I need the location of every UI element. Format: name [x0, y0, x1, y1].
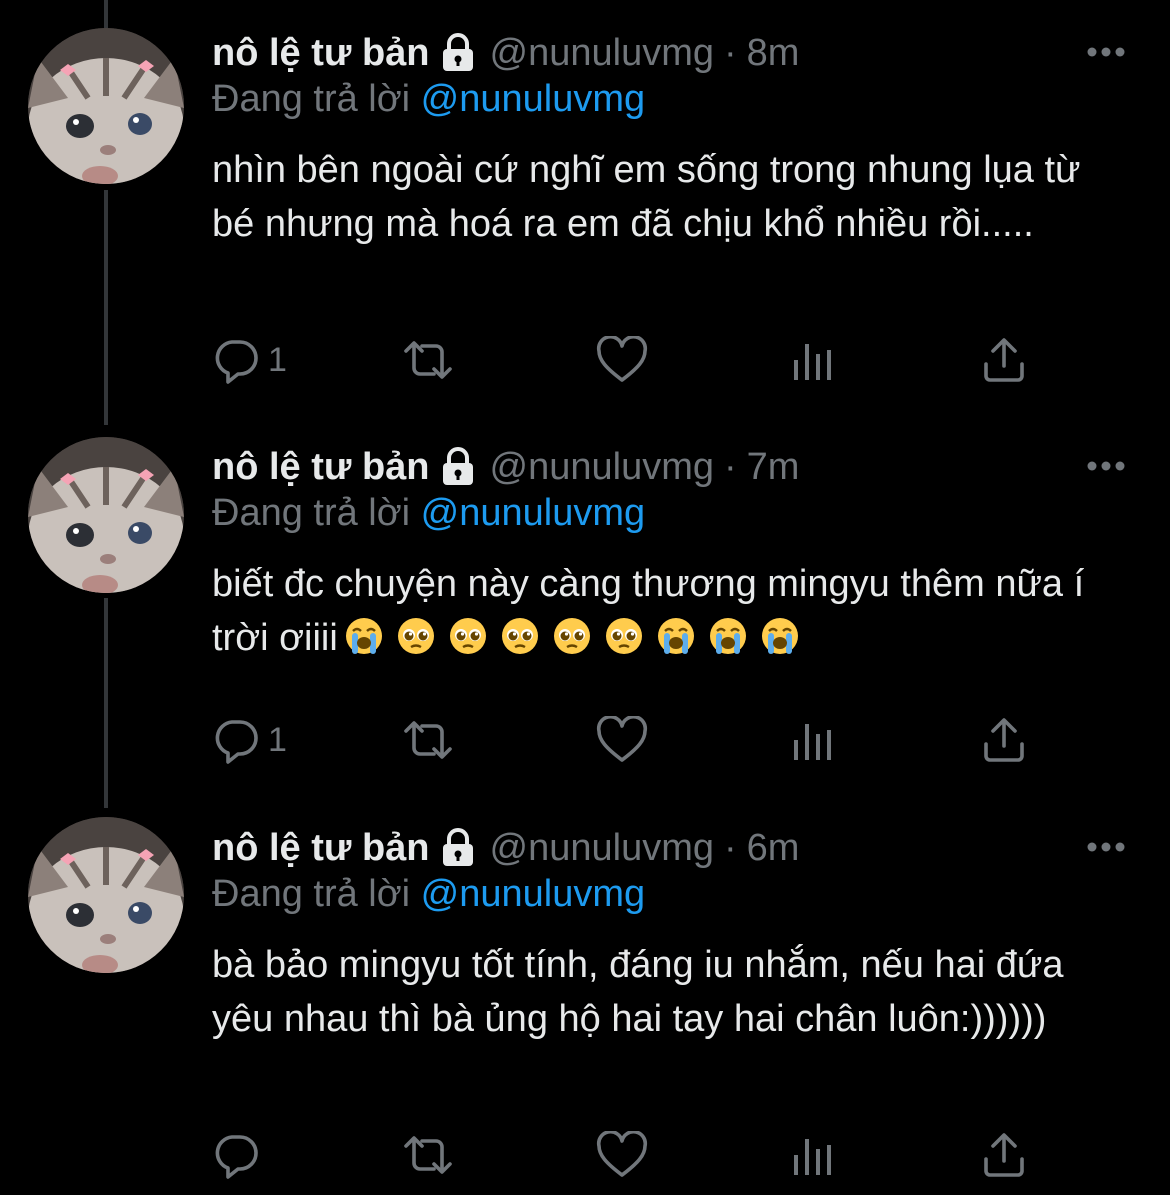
- analytics-button[interactable]: [792, 335, 836, 385]
- lock-icon: [440, 33, 476, 73]
- share-button[interactable]: [980, 715, 1028, 765]
- handle[interactable]: @nunuluvmg: [490, 446, 714, 489]
- separator: ·: [724, 826, 737, 869]
- separator: ·: [724, 31, 737, 74]
- display-name[interactable]: nô lệ tư bản: [212, 827, 430, 870]
- analytics-icon: [792, 718, 836, 762]
- replying-to: Đang trả lời @nunuluvmg: [212, 873, 645, 916]
- retweet-button[interactable]: [400, 335, 456, 385]
- avatar[interactable]: [28, 437, 184, 593]
- more-icon[interactable]: [1086, 841, 1126, 853]
- handle[interactable]: @nunuluvmg: [490, 32, 714, 75]
- tweet-actions: 1: [212, 715, 1032, 765]
- retweet-button[interactable]: [400, 715, 456, 765]
- tweet-text: biết đc chuyện này càng thương mingyu th…: [212, 557, 1132, 665]
- retweet-button[interactable]: [400, 1130, 456, 1180]
- tweet-text: nhìn bên ngoài cứ nghĩ em sống trong nhu…: [212, 149, 1081, 245]
- replying-prefix: Đang trả lời: [212, 873, 411, 915]
- loudly-crying-face-emoji-icon: [656, 616, 696, 656]
- tweet[interactable]: nô lệ tư bản @nunuluvmg · 6m Đang trả lờ…: [0, 795, 1170, 1195]
- share-icon: [980, 336, 1028, 384]
- timestamp[interactable]: 6m: [747, 827, 800, 870]
- tweet-header: nô lệ tư bản @nunuluvmg · 8m: [212, 28, 799, 78]
- pleading-face-emoji-icon: [500, 616, 540, 656]
- avatar[interactable]: [28, 817, 184, 973]
- share-icon: [980, 1131, 1028, 1179]
- tweet-text: bà bảo mingyu tốt tính, đáng iu nhắm, nế…: [212, 944, 1064, 1040]
- more-icon[interactable]: [1086, 460, 1126, 472]
- pleading-face-emoji-icon: [448, 616, 488, 656]
- analytics-icon: [792, 1133, 836, 1177]
- timestamp[interactable]: 8m: [747, 32, 800, 75]
- analytics-icon: [792, 338, 836, 382]
- handle[interactable]: @nunuluvmg: [490, 827, 714, 870]
- replying-mention[interactable]: @nunuluvmg: [421, 873, 645, 915]
- retweet-icon: [400, 336, 456, 384]
- reply-button[interactable]: [212, 1130, 268, 1180]
- analytics-button[interactable]: [792, 1130, 836, 1180]
- reply-icon: [212, 716, 260, 764]
- like-icon: [596, 716, 648, 764]
- emoji-row: [338, 617, 806, 659]
- pleading-face-emoji-icon: [604, 616, 644, 656]
- reply-icon: [212, 1131, 260, 1179]
- replying-mention[interactable]: @nunuluvmg: [421, 78, 645, 120]
- reply-button[interactable]: 1: [212, 335, 287, 385]
- display-name[interactable]: nô lệ tư bản: [212, 32, 430, 75]
- separator: ·: [724, 445, 737, 488]
- avatar[interactable]: [28, 28, 184, 184]
- replying-prefix: Đang trả lời: [212, 78, 411, 120]
- share-icon: [980, 716, 1028, 764]
- like-button[interactable]: [596, 715, 648, 765]
- reply-button[interactable]: 1: [212, 715, 287, 765]
- share-button[interactable]: [980, 1130, 1028, 1180]
- lock-icon: [440, 828, 476, 868]
- analytics-button[interactable]: [792, 715, 836, 765]
- like-button[interactable]: [596, 1130, 648, 1180]
- display-name[interactable]: nô lệ tư bản: [212, 446, 430, 489]
- replying-prefix: Đang trả lời: [212, 492, 411, 534]
- reply-count: 1: [268, 340, 287, 379]
- tweet[interactable]: nô lệ tư bản @nunuluvmg · 8m Đang trả lờ…: [0, 0, 1170, 420]
- retweet-icon: [400, 1131, 456, 1179]
- lock-icon: [440, 447, 476, 487]
- reply-icon: [212, 336, 260, 384]
- like-icon: [596, 1131, 648, 1179]
- share-button[interactable]: [980, 335, 1028, 385]
- tweet-header: nô lệ tư bản @nunuluvmg · 6m: [212, 823, 799, 873]
- tweet-header: nô lệ tư bản @nunuluvmg · 7m: [212, 442, 799, 492]
- replying-to: Đang trả lời @nunuluvmg: [212, 492, 645, 535]
- timestamp[interactable]: 7m: [747, 446, 800, 489]
- replying-mention[interactable]: @nunuluvmg: [421, 492, 645, 534]
- tweet-actions: 1: [212, 335, 1032, 385]
- retweet-icon: [400, 716, 456, 764]
- pleading-face-emoji-icon: [552, 616, 592, 656]
- tweet-actions: [212, 1130, 1032, 1180]
- like-button[interactable]: [596, 335, 648, 385]
- more-icon[interactable]: [1086, 46, 1126, 58]
- pleading-face-emoji-icon: [396, 616, 436, 656]
- loudly-crying-face-emoji-icon: [708, 616, 748, 656]
- tweet[interactable]: nô lệ tư bản @nunuluvmg · 7m Đang trả lờ…: [0, 415, 1170, 805]
- reply-count: 1: [268, 720, 287, 759]
- replying-to: Đang trả lời @nunuluvmg: [212, 78, 645, 121]
- like-icon: [596, 336, 648, 384]
- loudly-crying-face-emoji-icon: [344, 616, 384, 656]
- loudly-crying-face-emoji-icon: [760, 616, 800, 656]
